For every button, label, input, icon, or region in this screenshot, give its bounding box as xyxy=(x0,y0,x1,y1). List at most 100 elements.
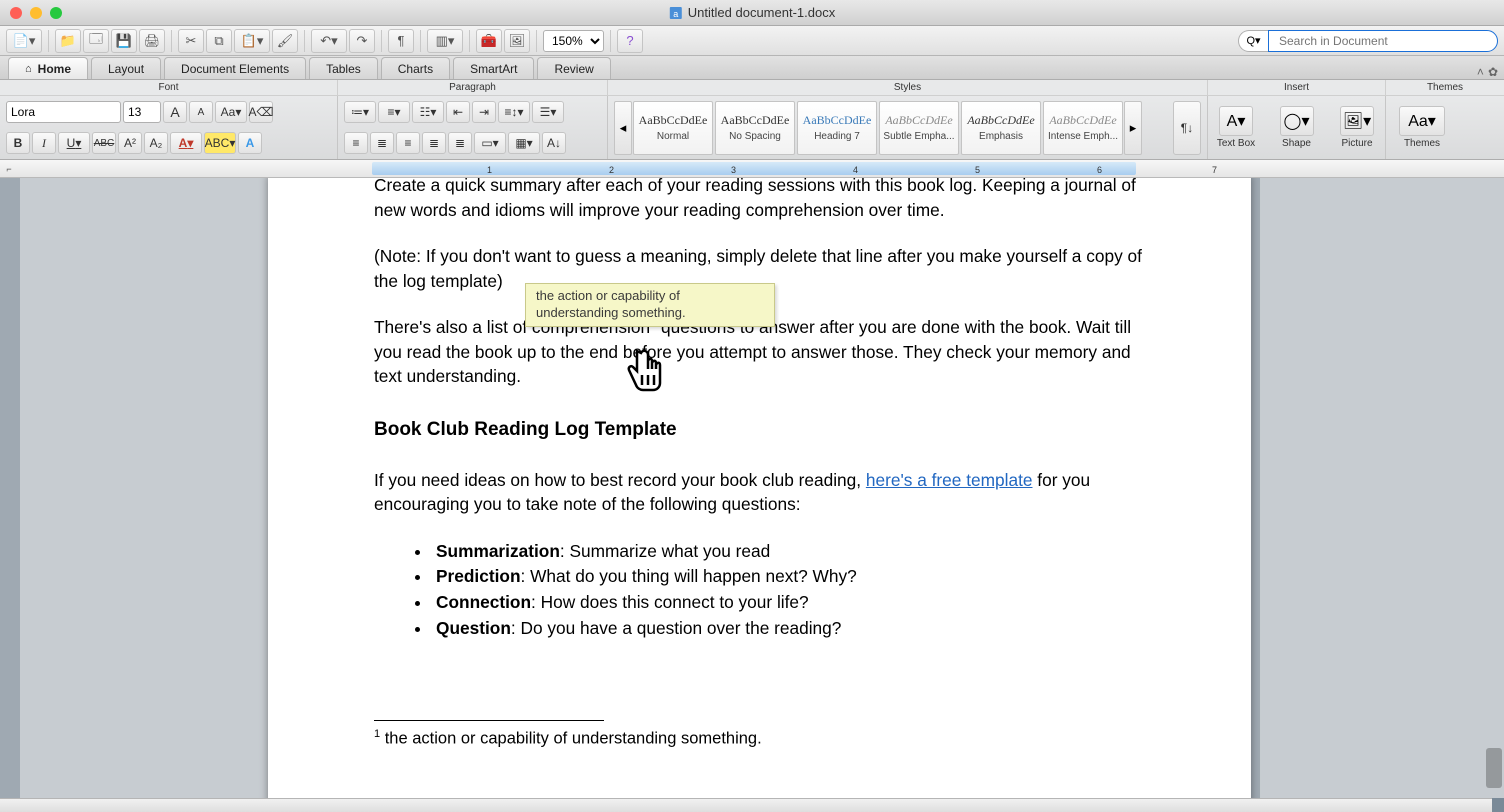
tab-document-elements[interactable]: Document Elements xyxy=(164,57,306,79)
toolbox-button[interactable]: 🧰 xyxy=(476,29,502,53)
superscript-button[interactable]: A² xyxy=(118,132,142,154)
tab-stop-selector[interactable]: ⌐ xyxy=(0,160,18,178)
bullet-list[interactable]: Summarization: Summarize what you read P… xyxy=(374,539,1145,640)
new-doc-button[interactable]: 📄▾ xyxy=(6,29,42,53)
document-viewport[interactable]: Create a quick summary after each of you… xyxy=(0,178,1504,798)
style-normal[interactable]: AaBbCcDdEeNormal xyxy=(633,101,713,155)
body-paragraph[interactable]: Create a quick summary after each of you… xyxy=(374,178,1145,222)
pointer-cursor-icon xyxy=(623,345,667,393)
font-color-button[interactable]: A▾ xyxy=(170,132,202,154)
list-item[interactable]: Prediction: What do you thing will happe… xyxy=(432,564,1145,589)
body-paragraph[interactable]: If you need ideas on how to best record … xyxy=(374,468,1145,517)
clear-formatting-button[interactable]: A⌫ xyxy=(249,101,273,123)
italic-button[interactable]: I xyxy=(32,132,56,154)
copy-button[interactable]: ⧉ xyxy=(206,29,232,53)
zoom-select[interactable]: 150% xyxy=(543,30,604,52)
page-content[interactable]: Create a quick summary after each of you… xyxy=(268,178,1251,751)
subscript-button[interactable]: A₂ xyxy=(144,132,168,154)
styles-pane-button[interactable]: ¶↓ xyxy=(1173,101,1201,155)
close-window-button[interactable] xyxy=(10,7,22,19)
distributed-button[interactable]: ≣ xyxy=(448,132,472,154)
collapse-ribbon-button[interactable]: ˄ xyxy=(1477,65,1484,79)
ribbon-settings-button[interactable]: ✿ xyxy=(1488,65,1498,79)
vertical-scrollbar-thumb[interactable] xyxy=(1486,748,1502,788)
open-button[interactable]: 📁 xyxy=(55,29,81,53)
shading-button[interactable]: ▭▾ xyxy=(474,132,506,154)
text-direction-button[interactable]: ☰▾ xyxy=(532,101,564,123)
tab-review[interactable]: Review xyxy=(537,57,610,79)
help-button[interactable]: ? xyxy=(617,29,643,53)
strikethrough-button[interactable]: ABC xyxy=(92,132,116,154)
change-case-button[interactable]: Aa▾ xyxy=(215,101,247,123)
footnote[interactable]: 1 the action or capability of understand… xyxy=(374,727,1145,751)
word-doc-icon: a xyxy=(669,6,683,20)
tab-smartart[interactable]: SmartArt xyxy=(453,57,534,79)
multilevel-button[interactable]: ☷▾ xyxy=(412,101,444,123)
font-name-input[interactable] xyxy=(6,101,121,123)
insert-picture-button[interactable]: 🖼▾Picture xyxy=(1335,100,1379,156)
text-effects-button[interactable]: A xyxy=(238,132,262,154)
ribbon-group-labels: Font Paragraph Styles Insert Themes xyxy=(0,80,1504,96)
horizontal-ruler[interactable]: ⌐ 1 2 3 4 5 6 7 xyxy=(0,160,1504,178)
hyperlink[interactable]: here's a free template xyxy=(866,470,1033,490)
style-nospacing[interactable]: AaBbCcDdEeNo Spacing xyxy=(715,101,795,155)
heading[interactable]: Book Club Reading Log Template xyxy=(374,417,1145,444)
bullets-button[interactable]: ≔▾ xyxy=(344,101,376,123)
justify-button[interactable]: ≣ xyxy=(422,132,446,154)
style-intense-emphasis[interactable]: AaBbCcDdEeIntense Emph... xyxy=(1043,101,1123,155)
font-size-input[interactable] xyxy=(123,101,161,123)
print-button[interactable]: 🖨 xyxy=(139,29,165,53)
grow-font-button[interactable]: A xyxy=(163,101,187,123)
media-browser-button[interactable]: 🖼 xyxy=(504,29,530,53)
align-right-button[interactable]: ≡ xyxy=(396,132,420,154)
insert-textbox-button[interactable]: A▾Text Box xyxy=(1214,100,1258,156)
sort-button[interactable]: A↓ xyxy=(542,132,566,154)
insert-group: A▾Text Box ◯▾Shape 🖼▾Picture xyxy=(1208,96,1386,159)
show-formatting-button[interactable]: ¶ xyxy=(388,29,414,53)
numbering-button[interactable]: ≡▾ xyxy=(378,101,410,123)
footnote-tooltip: the action or capability of understandin… xyxy=(525,283,775,327)
insert-shape-button[interactable]: ◯▾Shape xyxy=(1275,100,1319,156)
themes-button[interactable]: Aa▾Themes xyxy=(1392,100,1452,156)
styles-scroll-left[interactable]: ◂ xyxy=(614,101,632,155)
align-left-button[interactable]: ≡ xyxy=(344,132,368,154)
styles-scroll-right[interactable]: ▸ xyxy=(1124,101,1142,155)
traffic-lights xyxy=(0,7,62,19)
undo-button[interactable]: ↶▾ xyxy=(311,29,347,53)
borders-button[interactable]: ▦▾ xyxy=(508,132,540,154)
increase-indent-button[interactable]: ⇥ xyxy=(472,101,496,123)
align-center-button[interactable]: ≣ xyxy=(370,132,394,154)
open-url-button[interactable]: 🗔 xyxy=(83,29,109,53)
tab-charts[interactable]: Charts xyxy=(381,57,450,79)
horizontal-scrollbar[interactable] xyxy=(0,798,1492,812)
shrink-font-button[interactable]: A xyxy=(189,101,213,123)
sidebar-toggle-button[interactable]: ▥▾ xyxy=(427,29,463,53)
minimize-window-button[interactable] xyxy=(30,7,42,19)
style-emphasis[interactable]: AaBbCcDdEeEmphasis xyxy=(961,101,1041,155)
bold-button[interactable]: B xyxy=(6,132,30,154)
format-painter-button[interactable]: 🖌 xyxy=(272,29,298,53)
list-item[interactable]: Question: Do you have a question over th… xyxy=(432,616,1145,641)
tab-layout[interactable]: Layout xyxy=(91,57,161,79)
zoom-window-button[interactable] xyxy=(50,7,62,19)
cut-button[interactable]: ✂ xyxy=(178,29,204,53)
redo-button[interactable]: ↷ xyxy=(349,29,375,53)
highlight-button[interactable]: ABC▾ xyxy=(204,132,236,154)
list-item[interactable]: Connection: How does this connect to you… xyxy=(432,590,1145,615)
search-scope-button[interactable]: Q▾ xyxy=(1238,30,1268,52)
quick-access-toolbar: 📄▾ 📁 🗔 💾 🖨 ✂ ⧉ 📋▾ 🖌 ↶▾ ↷ ¶ ▥▾ 🧰 🖼 150% ?… xyxy=(0,26,1504,56)
line-spacing-button[interactable]: ≡↕▾ xyxy=(498,101,530,123)
search-input[interactable] xyxy=(1268,30,1498,52)
style-heading7[interactable]: AaBbCcDdEeHeading 7 xyxy=(797,101,877,155)
save-button[interactable]: 💾 xyxy=(111,29,137,53)
tab-tables[interactable]: Tables xyxy=(309,57,378,79)
style-subtle-emphasis[interactable]: AaBbCcDdEeSubtle Empha... xyxy=(879,101,959,155)
themes-group: Aa▾Themes xyxy=(1386,96,1504,159)
decrease-indent-button[interactable]: ⇤ xyxy=(446,101,470,123)
svg-text:a: a xyxy=(673,9,678,19)
tab-home[interactable]: ⌂Home xyxy=(8,57,88,79)
underline-button[interactable]: U▾ xyxy=(58,132,90,154)
list-item[interactable]: Summarization: Summarize what you read xyxy=(432,539,1145,564)
paste-button[interactable]: 📋▾ xyxy=(234,29,270,53)
page[interactable]: Create a quick summary after each of you… xyxy=(268,178,1251,798)
